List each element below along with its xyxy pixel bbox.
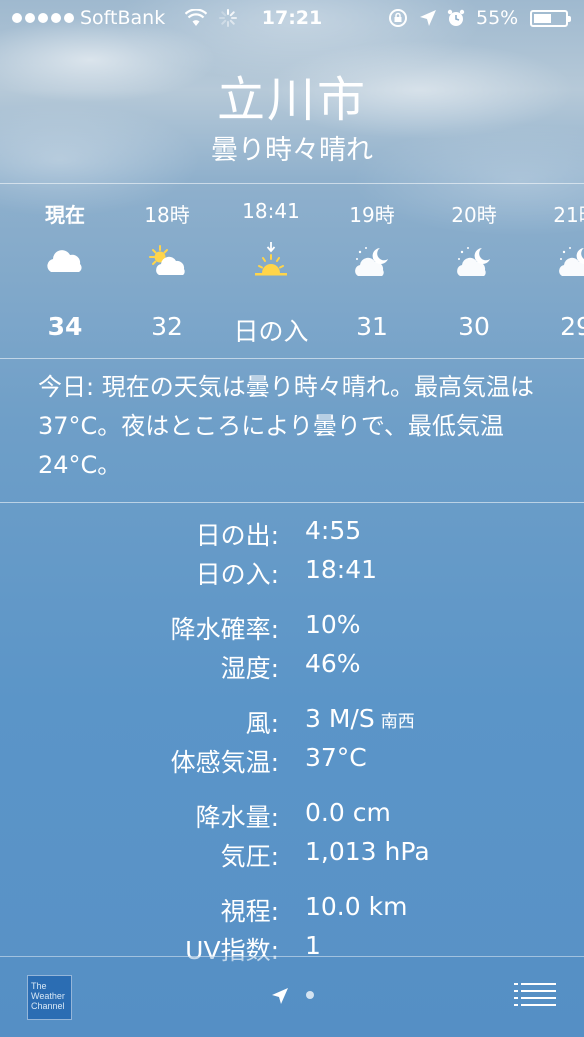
detail-label: 風:	[245, 709, 279, 738]
status-bar: SoftBank 17:21 55%	[0, 0, 584, 40]
partly-cloudy-night-icon	[457, 247, 490, 276]
hour-label: 19時	[349, 203, 395, 227]
wind-direction: 南西	[380, 712, 415, 732]
detail-value: 10%	[305, 610, 361, 639]
hour-item: 現在 34	[15, 184, 115, 358]
rotation-lock-icon	[389, 9, 407, 27]
partly-sunny-icon	[149, 245, 185, 275]
detail-label: 体感気温:	[170, 748, 279, 777]
detail-row-wind: 風: 3 M/S 南西	[0, 704, 584, 742]
detail-value: 0.0 cm	[305, 798, 391, 827]
detail-row-sunset: 日の入: 18:41	[0, 555, 584, 593]
hour-label: 21時	[553, 203, 584, 227]
hour-item: 20時 30	[424, 184, 524, 358]
detail-value: 37°C	[305, 743, 367, 772]
current-location-icon[interactable]	[270, 986, 290, 1006]
detail-value: 18:41	[305, 555, 378, 584]
detail-label: 気圧:	[220, 842, 279, 871]
hour-item: 18時 32	[117, 184, 217, 358]
hour-label: 20時	[451, 203, 497, 227]
hour-item: 21時 29	[526, 184, 584, 358]
detail-label: 日の入:	[195, 560, 279, 589]
detail-row-visibility: 視程: 10.0 km	[0, 892, 584, 930]
bottom-toolbar	[0, 956, 584, 1037]
logo-text-line: Weather	[31, 991, 65, 1001]
alarm-icon	[447, 9, 465, 26]
detail-row-humidity: 湿度: 46%	[0, 649, 584, 687]
wind-speed: 3 M/S	[305, 704, 375, 733]
weather-channel-logo-button[interactable]: The Weather Channel	[27, 975, 72, 1020]
page-indicator-dot[interactable]	[306, 991, 314, 999]
logo-text-line: Channel	[31, 1001, 65, 1011]
detail-label: 日の出:	[195, 521, 279, 550]
hour-item: 19時 31	[322, 184, 422, 358]
hour-label: 18:41	[242, 199, 300, 223]
current-condition: 曇り時々晴れ	[211, 135, 373, 166]
detail-row-sunrise: 日の出: 4:55	[0, 516, 584, 554]
detail-label: 降水確率:	[170, 615, 279, 644]
hour-temperature: 30	[458, 312, 490, 341]
battery-percentage: 55%	[476, 7, 519, 29]
sunset-icon	[255, 242, 287, 276]
divider	[0, 502, 584, 503]
detail-label: 視程:	[220, 897, 279, 926]
city-name: 立川市	[216, 72, 367, 128]
divider	[0, 358, 584, 359]
hour-temperature: 29	[560, 312, 584, 341]
hour-temperature: 31	[356, 312, 388, 341]
daily-summary: 今日: 現在の天気は曇り時々晴れ。最高気温は37°C。夜はところにより曇りで、最…	[38, 373, 534, 479]
detail-label: 降水量:	[195, 803, 279, 832]
detail-value: 4:55	[305, 516, 362, 545]
detail-value: 3 M/S 南西	[305, 704, 415, 733]
partly-cloudy-night-icon	[559, 247, 584, 276]
hour-temperature: 32	[151, 312, 183, 341]
city-list-icon[interactable]	[514, 982, 556, 1008]
detail-value: 10.0 km	[305, 892, 408, 921]
detail-label: 湿度:	[220, 654, 279, 683]
hourly-forecast[interactable]: 現在 34 18時 32 18:41 日の入 19時 31 20時 30 21 …	[0, 184, 584, 358]
location-arrow-icon	[420, 10, 436, 26]
hour-label: 18時	[144, 203, 190, 227]
hour-label: 現在	[45, 203, 85, 227]
detail-row-feels-like: 体感気温: 37°C	[0, 743, 584, 781]
detail-value: 46%	[305, 649, 361, 678]
partly-cloudy-night-icon	[355, 247, 388, 276]
hour-temperature: 34	[47, 312, 83, 341]
hour-item: 18:41 日の入	[221, 184, 321, 358]
detail-row-precip-chance: 降水確率: 10%	[0, 610, 584, 648]
battery-icon	[530, 10, 571, 27]
detail-row-pressure: 気圧: 1,013 hPa	[0, 837, 584, 875]
detail-value: 1,013 hPa	[305, 837, 430, 866]
battery-level-fill	[534, 14, 551, 23]
hour-temperature: 日の入	[233, 317, 309, 346]
detail-row-precipitation: 降水量: 0.0 cm	[0, 798, 584, 836]
logo-text-line: The	[31, 981, 47, 991]
cloud-icon	[47, 250, 82, 272]
divider	[0, 956, 584, 957]
